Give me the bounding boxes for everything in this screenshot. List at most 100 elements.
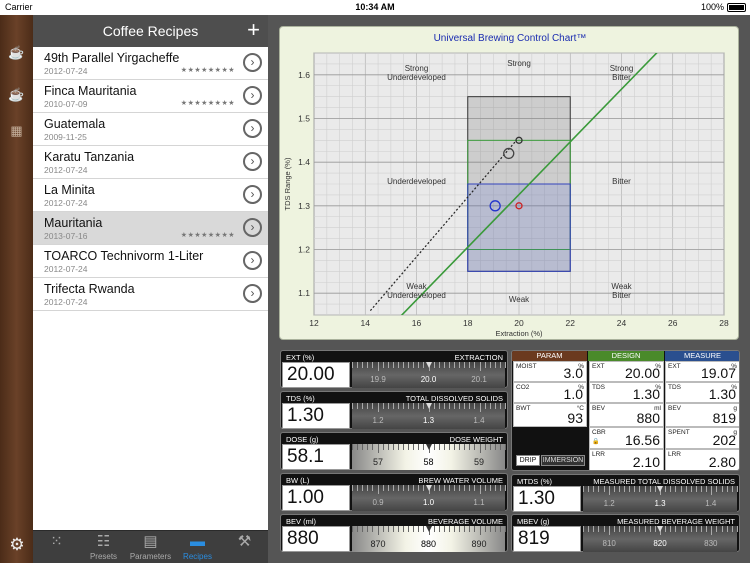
tick-mark xyxy=(598,486,600,492)
measure-cell[interactable]: BEV g 819 xyxy=(665,403,739,427)
measure-cell[interactable]: SPENT g 202 xyxy=(665,427,739,449)
tick-mark xyxy=(438,403,440,409)
ext-slider[interactable]: 19.9 20.0 20.1 xyxy=(352,362,506,388)
cell-value: 19.07 xyxy=(700,365,736,381)
tick-mark xyxy=(680,526,682,532)
y-axis-label: TDS Range (%) xyxy=(283,157,292,210)
tick-mark xyxy=(362,485,364,491)
tick-label: 19.9 xyxy=(370,375,386,384)
list-item[interactable]: Guatemala 2009-11-25 › xyxy=(33,113,268,146)
tick-mark xyxy=(433,362,435,368)
tick-mark xyxy=(403,485,404,491)
bev-slider[interactable]: 870 880 890 xyxy=(352,526,506,552)
tick-mark xyxy=(680,486,682,492)
design-cell[interactable]: BEV ml 880 xyxy=(589,403,664,427)
tick-mark xyxy=(352,362,353,368)
tick-mark xyxy=(382,444,384,450)
recipe-date: 2012-07-24 xyxy=(44,198,88,208)
tick-mark xyxy=(701,486,703,492)
tds-slider[interactable]: 1.2 1.3 1.4 xyxy=(352,403,506,429)
measure-cell[interactable]: TDS% 1.30 xyxy=(665,382,739,403)
tick-mark xyxy=(459,526,461,532)
tab-parameters[interactable]: ▤ Parameters xyxy=(127,531,174,563)
tab-label: Presets xyxy=(89,552,118,561)
tab-recipes[interactable]: ▬ Recipes xyxy=(174,531,221,563)
tick-mark xyxy=(670,486,672,492)
add-recipe-button[interactable]: + xyxy=(247,17,260,43)
tick-mark xyxy=(706,526,708,532)
recipe-rating: ★★★★★★★★ xyxy=(180,100,235,107)
list-item[interactable]: TOARCO Technivorm 1-Liter 2012-07-24 › xyxy=(33,245,268,278)
tick-mark xyxy=(489,444,491,450)
tick-mark xyxy=(392,444,394,450)
chevron-right-icon[interactable]: › xyxy=(243,218,262,237)
tick-mark xyxy=(352,526,353,532)
design-cell[interactable]: CBR 16.56 xyxy=(589,427,664,449)
measure-cell[interactable]: EXT% 19.07 xyxy=(665,361,739,382)
tick-mark xyxy=(433,485,435,491)
design-cell[interactable]: TDS% 1.30 xyxy=(589,382,664,403)
mbev-slider[interactable]: 810 820 830 xyxy=(583,526,738,552)
param-cell[interactable]: CO2% 1.0 xyxy=(513,382,587,403)
mbev-value[interactable]: 819 xyxy=(513,526,581,552)
bw-value[interactable]: 1.00 xyxy=(282,485,350,511)
coffee-cup-icon[interactable]: ☕ xyxy=(8,87,25,103)
param-cell[interactable]: BWT °C 93 xyxy=(513,403,587,427)
bw-slider[interactable]: 0.9 1.0 1.1 xyxy=(352,485,506,511)
tick-mark xyxy=(454,485,455,491)
chevron-right-icon[interactable]: › xyxy=(243,284,262,303)
cell-value: 16.56 xyxy=(624,432,660,448)
chevron-right-icon[interactable]: › xyxy=(243,152,262,171)
tick-mark xyxy=(413,362,415,368)
chevron-right-icon[interactable]: › xyxy=(243,119,262,138)
chevron-right-icon[interactable]: › xyxy=(243,53,262,72)
recipe-date: 2012-07-24 xyxy=(44,66,88,76)
immersion-toggle[interactable]: IMMERSION xyxy=(541,455,585,466)
tick-mark xyxy=(479,403,481,412)
gear-icon[interactable]: ⚙ xyxy=(6,535,28,557)
tick-mark xyxy=(721,526,723,532)
tab-wrench[interactable]: ⚒ xyxy=(221,531,268,563)
param-cell[interactable]: MOIST% 3.0 xyxy=(513,361,587,382)
cell-value: 93 xyxy=(567,410,583,426)
design-cell[interactable]: EXT% 20.00 xyxy=(589,361,664,382)
cup-icon[interactable]: ☕ xyxy=(8,45,25,61)
mtds-value[interactable]: 1.30 xyxy=(513,486,581,512)
tab-grid[interactable]: ⁙ xyxy=(33,531,80,563)
list-item[interactable]: Mauritania 2013-07-16 ★★★★★★★★ › xyxy=(33,212,268,245)
bev-value[interactable]: 880 xyxy=(282,526,350,552)
tick-mark xyxy=(701,526,703,532)
tick-mark xyxy=(469,444,471,450)
list-item[interactable]: Karatu Tanzania 2012-07-24 › xyxy=(33,146,268,179)
dose-panel: DOSE (g) DOSE WEIGHT 58.1 57 58 59 xyxy=(280,432,508,470)
region-label: Bitter xyxy=(612,177,631,186)
tick-mark xyxy=(469,362,471,368)
tick-label: 1.4 xyxy=(473,416,485,425)
chart-svg: Universal Brewing Control Chart™ 12 14 16 18… xyxy=(283,33,729,338)
dose-slider[interactable]: 57 58 59 xyxy=(352,444,506,470)
chevron-right-icon[interactable]: › xyxy=(243,86,262,105)
mtds-slider[interactable]: 1.2 1.3 1.4 xyxy=(583,486,738,512)
recipe-rating: ★★★★★★★★ xyxy=(180,232,235,239)
design-cell[interactable]: LRR 2.10 xyxy=(589,449,664,470)
chevron-right-icon[interactable]: › xyxy=(243,185,262,204)
tab-presets[interactable]: ☷ Presets xyxy=(80,531,127,563)
list-item[interactable]: 49th Parallel Yirgacheffe 2012-07-24 ★★★★★… xyxy=(33,47,268,80)
drip-toggle[interactable]: DRIP xyxy=(516,455,540,466)
tick-mark xyxy=(433,444,435,450)
measure-cell[interactable]: LRR 2.80 xyxy=(665,449,739,470)
list-item[interactable]: Finca Mauritania 2010-07-09 ★★★★★★★★ › xyxy=(33,80,268,113)
chevron-right-icon[interactable]: › xyxy=(243,251,262,270)
ext-name: EXTRACTION xyxy=(454,353,503,362)
coffee-maker-icon[interactable]: ▦ xyxy=(8,123,25,139)
pointer-icon xyxy=(425,444,432,450)
calculator-icon: ▤ xyxy=(143,533,158,550)
tds-value[interactable]: 1.30 xyxy=(282,403,350,429)
ext-value[interactable]: 20.00 xyxy=(282,362,350,388)
list-item[interactable]: Trifecta Rwanda 2012-07-24 › xyxy=(33,278,268,311)
dose-value[interactable]: 58.1 xyxy=(282,444,350,470)
tick-mark xyxy=(377,485,379,494)
list-item[interactable]: La Minita 2012-07-24 › xyxy=(33,179,268,212)
tick-mark xyxy=(499,362,501,368)
pointer-icon xyxy=(425,362,432,368)
